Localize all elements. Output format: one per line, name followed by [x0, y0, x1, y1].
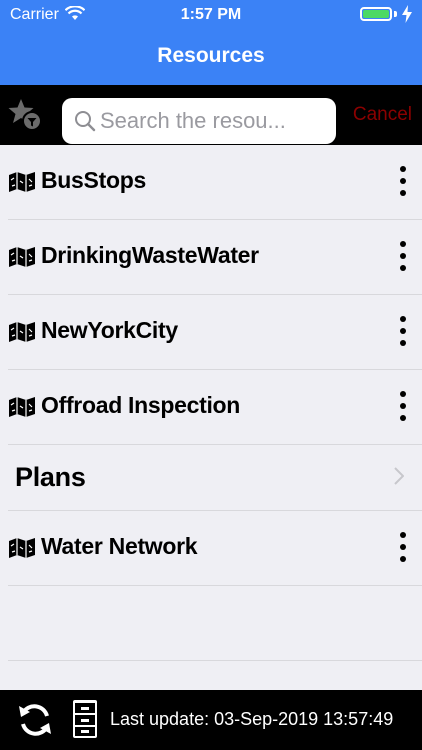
- page-title: Resources: [157, 44, 265, 67]
- footer-toolbar: Last update: 03-Sep-2019 13:57:49: [0, 690, 422, 750]
- list-item-offroad-inspection[interactable]: Offroad Inspection: [8, 370, 422, 445]
- star-filter-icon: [8, 99, 42, 131]
- search-field[interactable]: [62, 98, 336, 144]
- search-input[interactable]: [100, 98, 326, 144]
- more-options-icon[interactable]: [398, 241, 408, 273]
- battery-level: [363, 10, 389, 18]
- list-item-busstops[interactable]: BusStops: [8, 145, 422, 220]
- more-options-icon[interactable]: [398, 166, 408, 198]
- list-item-label: Plans: [15, 462, 86, 492]
- battery-icon: [360, 7, 392, 21]
- cancel-button[interactable]: Cancel: [353, 104, 412, 126]
- list-item-label: DrinkingWasteWater: [41, 242, 259, 268]
- list-item-water-network[interactable]: Water Network: [8, 511, 422, 586]
- resource-list: BusStops DrinkingWasteWater NewYorkCity: [0, 145, 422, 661]
- chevron-right-icon: [394, 467, 405, 490]
- map-icon: [8, 171, 36, 198]
- sync-icon[interactable]: [16, 701, 54, 744]
- map-icon: [8, 321, 36, 348]
- list-item-label: BusStops: [41, 167, 146, 193]
- list-item-label: Offroad Inspection: [41, 392, 241, 418]
- battery-nub: [394, 11, 397, 17]
- more-options-icon[interactable]: [398, 316, 408, 348]
- list-item-newyorkcity[interactable]: NewYorkCity: [8, 295, 422, 370]
- list-item-label: Water Network: [41, 533, 198, 559]
- last-update-label: Last update: 03-Sep-2019 13:57:49: [110, 709, 394, 729]
- list-item-drinkingwastewater[interactable]: DrinkingWasteWater: [8, 220, 422, 295]
- search-bar: Cancel: [0, 85, 422, 145]
- empty-list-row: [8, 586, 422, 661]
- more-options-icon[interactable]: [398, 391, 408, 423]
- navigation-header: Carrier 1:57 PM Resources: [0, 0, 422, 85]
- more-options-icon[interactable]: [398, 532, 408, 564]
- map-icon: [8, 396, 36, 423]
- charging-bolt-icon: [402, 5, 412, 28]
- map-icon: [8, 537, 36, 564]
- search-icon: [74, 110, 96, 137]
- map-icon: [8, 246, 36, 273]
- list-item-plans-folder[interactable]: Plans: [8, 445, 422, 511]
- file-cabinet-icon[interactable]: [72, 699, 98, 744]
- list-item-label: NewYorkCity: [41, 317, 178, 343]
- status-bar: Carrier 1:57 PM: [0, 0, 422, 30]
- clock: 1:57 PM: [180, 6, 242, 23]
- favorites-filter-button[interactable]: [8, 97, 44, 133]
